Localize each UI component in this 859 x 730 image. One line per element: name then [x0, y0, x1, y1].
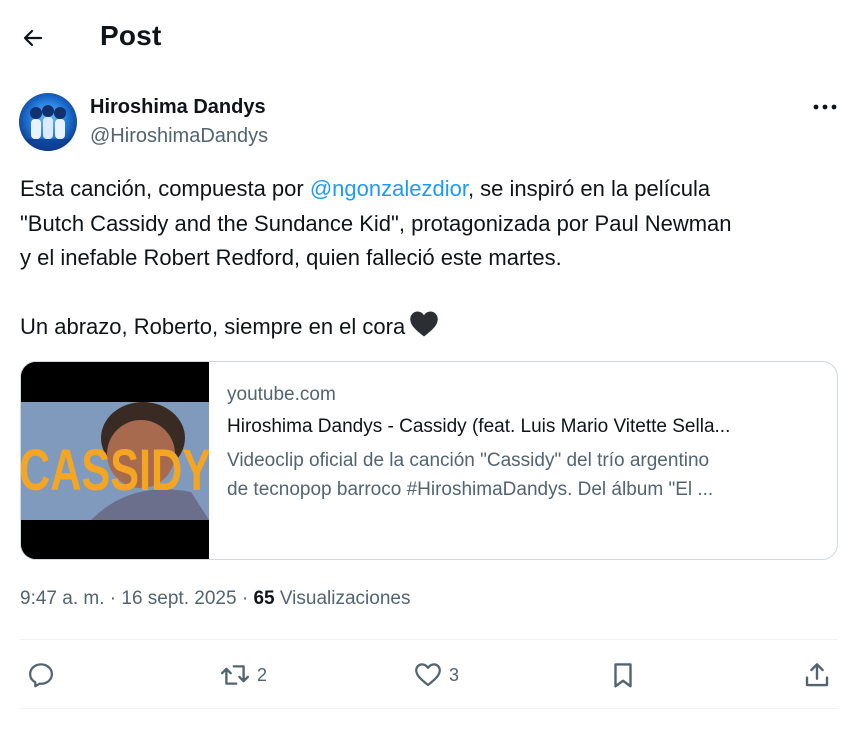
post-text-line: Un abrazo, Roberto, siempre en el cora	[20, 310, 840, 349]
avatar-image	[19, 93, 77, 151]
post-time[interactable]: 9:47 a. m.	[20, 588, 105, 609]
views-label: Visualizaciones	[274, 588, 411, 609]
heart-outline-icon	[415, 663, 441, 687]
post-text: Esta canción, compuesta por @ngonzalezdi…	[20, 172, 840, 349]
black-heart-icon	[409, 310, 439, 349]
link-preview-card[interactable]: CASSIDY youtube.com Hiroshima Dandys - C…	[20, 361, 838, 560]
repost-count: 2	[257, 664, 268, 685]
card-title: Hiroshima Dandys - Cassidy (feat. Luis M…	[227, 416, 731, 437]
post-meta: 9:47 a. m. · 16 sept. 2025 · 65 Visualiz…	[20, 588, 410, 610]
share-icon	[805, 663, 829, 687]
video-thumbnail: CASSIDY	[21, 362, 211, 559]
more-horizontal-icon	[813, 104, 837, 110]
mention-link[interactable]: @ngonzalezdior	[310, 176, 468, 201]
author-handle[interactable]: @HiroshimaDandys	[90, 125, 268, 148]
reply-icon	[29, 663, 53, 688]
like-button[interactable]: 3	[413, 657, 459, 693]
text-segment: Un abrazo, Roberto, siempre en el cora	[20, 314, 406, 339]
card-description-line: de tecnopop barroco #HiroshimaDandys. De…	[227, 479, 714, 500]
views-count: 65	[253, 588, 275, 609]
separator: ·	[236, 588, 254, 609]
text-segment: Esta canción, compuesta por	[20, 176, 310, 201]
separator: ·	[104, 588, 122, 609]
reply-button[interactable]	[26, 657, 56, 693]
thumbnail-text: CASSIDY	[21, 438, 209, 503]
post-date[interactable]: 16 sept. 2025	[121, 588, 236, 609]
back-button[interactable]	[14, 19, 52, 57]
bookmark-button[interactable]	[608, 657, 638, 693]
card-description: Videoclip oficial de la canción "Cassidy…	[227, 446, 825, 504]
page-header: Post	[0, 0, 859, 74]
post-text-line: "Butch Cassidy and the Sundance Kid", pr…	[20, 210, 732, 236]
post-detail-page: Post Hiroshima Dandys @HiroshimaDandys E…	[0, 0, 859, 730]
post-text-line: Esta canción, compuesta por @ngonzalezdi…	[20, 172, 840, 207]
author-name[interactable]: Hiroshima Dandys	[90, 96, 266, 119]
more-options-button[interactable]	[808, 94, 842, 120]
text-segment: , se inspiró en la película	[467, 176, 711, 201]
repost-button[interactable]: 2	[219, 657, 267, 693]
share-button[interactable]	[802, 657, 832, 693]
post-text-line: y el inefable Robert Redford, quien fall…	[20, 245, 562, 270]
avatar[interactable]	[19, 93, 77, 151]
repost-icon	[220, 665, 250, 685]
arrow-left-icon	[23, 29, 43, 47]
divider	[20, 639, 838, 640]
page-title: Post	[100, 20, 162, 51]
like-count: 3	[449, 664, 460, 685]
card-description-line: Videoclip oficial de la canción "Cassidy…	[227, 450, 710, 471]
card-domain: youtube.com	[227, 384, 336, 405]
divider	[20, 708, 838, 709]
bookmark-icon	[614, 663, 632, 688]
